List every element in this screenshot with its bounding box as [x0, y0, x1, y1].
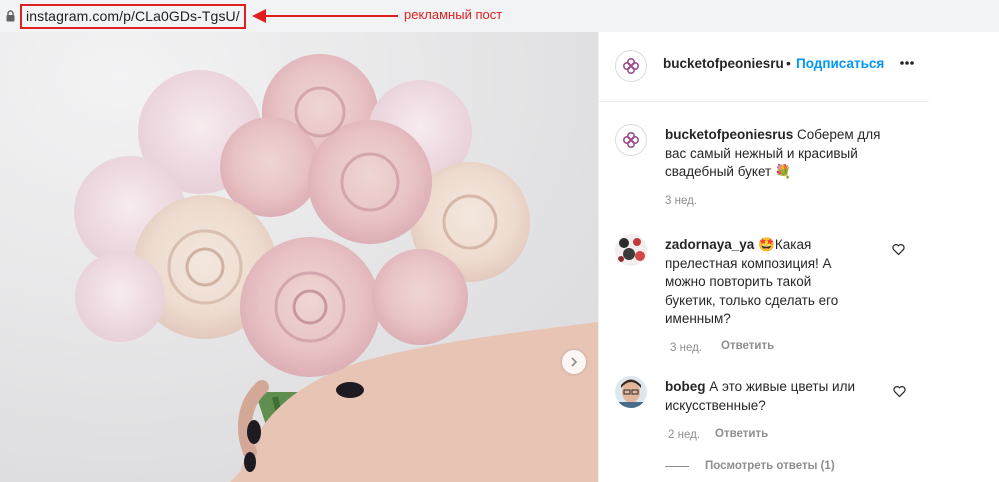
like-heart-icon[interactable]: [893, 385, 906, 398]
commenter-avatar[interactable]: [615, 234, 647, 266]
browser-address-bar: instagram.com/p/CLa0GDs-TgsU/ рекламный …: [0, 0, 999, 32]
comment-time[interactable]: 3 нед.: [670, 342, 702, 354]
commenter-avatar[interactable]: [615, 376, 647, 408]
follow-button[interactable]: Подписаться: [796, 56, 884, 71]
replies-divider: [665, 466, 689, 467]
post-header: bucketofpeoniesru • Подписаться: [599, 32, 929, 102]
annotation-arrow: [252, 9, 398, 23]
view-replies-button[interactable]: Посмотреть ответы (1): [705, 460, 835, 472]
comment: bobeg А это живые цветы или искусственны…: [665, 378, 861, 415]
peony-logo-icon: [622, 131, 640, 149]
annotation-label: рекламный пост: [404, 7, 503, 22]
comment-time[interactable]: 2 нед.: [668, 429, 700, 441]
peony-logo-icon: [622, 57, 640, 75]
header-username[interactable]: bucketofpeoniesru: [663, 56, 784, 71]
more-horizontal-icon[interactable]: [899, 60, 915, 66]
caption-username[interactable]: bucketofpeoniesrus: [665, 127, 793, 142]
reply-button[interactable]: Ответить: [715, 428, 768, 440]
caption: bucketofpeoniesrus Соберем для вас самый…: [665, 126, 895, 182]
chevron-right-icon: [571, 357, 578, 367]
comment-username[interactable]: bobeg: [665, 379, 706, 394]
url-text[interactable]: instagram.com/p/CLa0GDs-TgsU/: [26, 8, 240, 24]
caption-time[interactable]: 3 нед.: [665, 195, 697, 207]
like-heart-icon[interactable]: [892, 243, 905, 256]
header-separator: •: [786, 55, 791, 71]
post-details-panel: bucketofpeoniesru • Подписаться bucketof…: [598, 32, 929, 482]
account-avatar[interactable]: [615, 50, 647, 82]
next-image-button[interactable]: [562, 350, 586, 374]
comment: zadornaya_ya 🤩Какая прелестная композици…: [665, 236, 851, 329]
caption-avatar[interactable]: [615, 124, 647, 156]
lock-icon: [6, 10, 15, 22]
post-image[interactable]: [0, 32, 598, 482]
comment-username[interactable]: zadornaya_ya: [665, 237, 754, 252]
bouquet-photo: [0, 32, 598, 482]
reply-button[interactable]: Ответить: [721, 340, 774, 352]
